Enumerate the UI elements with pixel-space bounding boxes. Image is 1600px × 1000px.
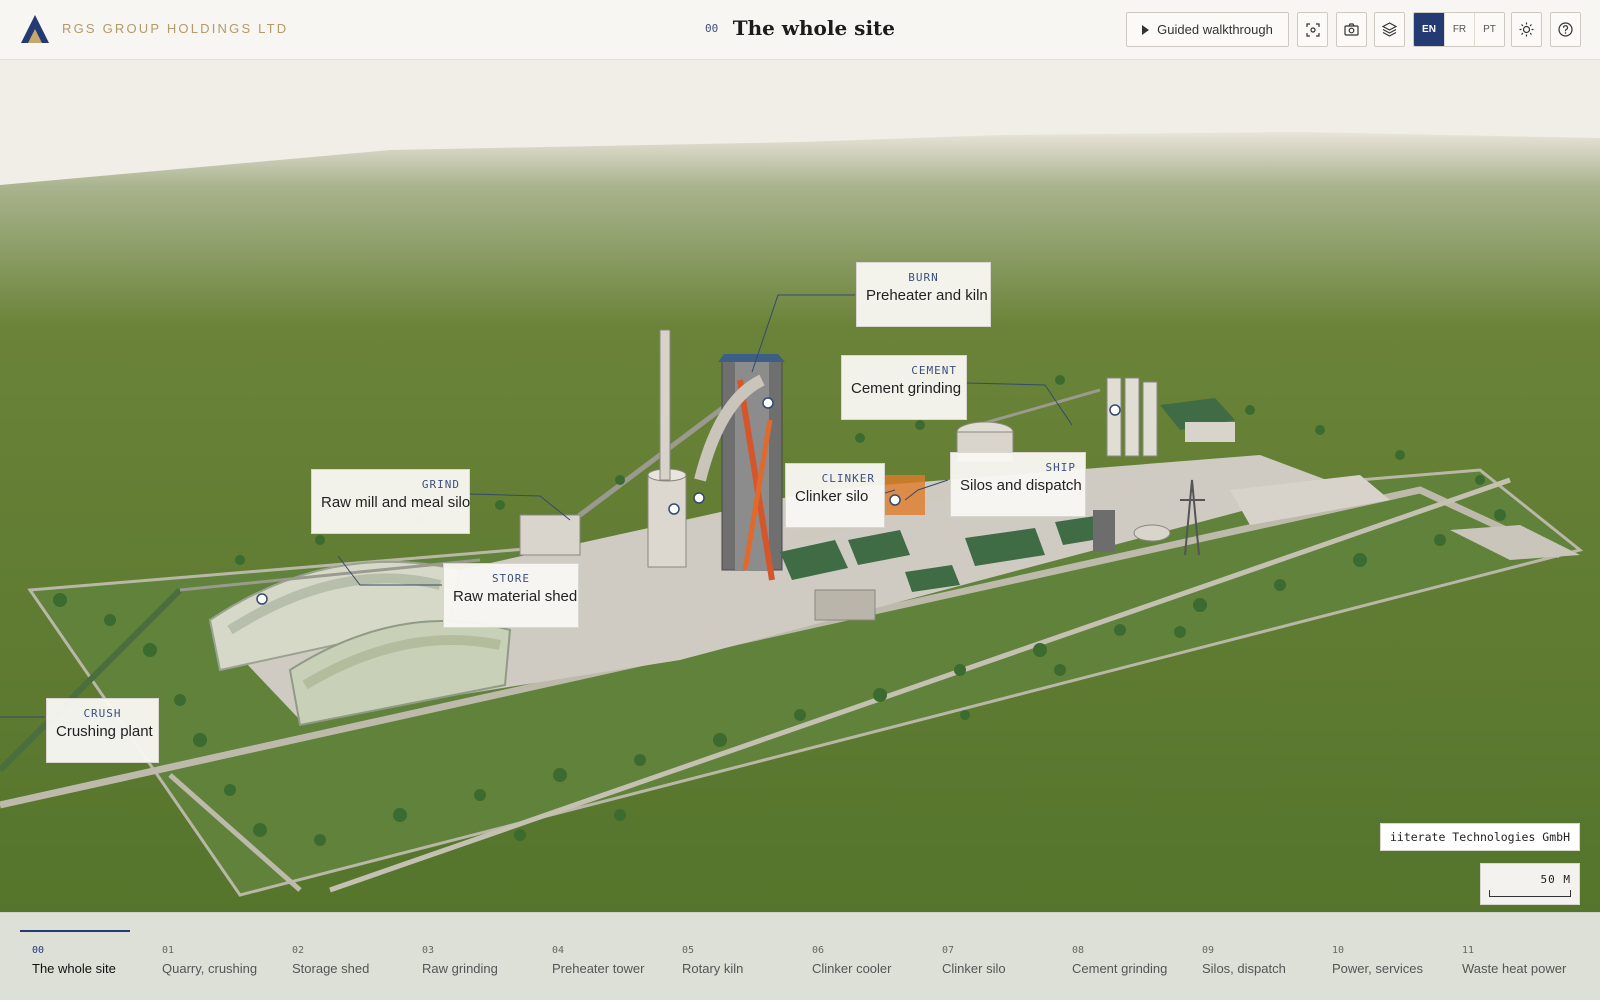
chapter-label: Preheater tower	[552, 961, 645, 976]
chapter-number: 08	[1072, 945, 1085, 956]
chapter-item-07[interactable]: 07 Clinker silo	[942, 945, 1072, 976]
callout-name: Raw mill and meal silo	[321, 494, 471, 511]
chapter-item-03[interactable]: 03 Raw grinding	[422, 945, 552, 976]
chapter-number: 05	[682, 945, 695, 956]
help-icon	[1558, 22, 1573, 37]
callout-tag: SHIP	[1045, 461, 1076, 474]
chapter-number: 02	[292, 945, 305, 956]
chapter-item-06[interactable]: 06 Clinker cooler	[812, 945, 942, 976]
chapter-label: Clinker cooler	[812, 961, 892, 976]
chapter-item-08[interactable]: 08 Cement grinding	[1072, 945, 1202, 976]
chapter-label: Silos, dispatch	[1202, 961, 1286, 976]
chapter-label: Clinker silo	[942, 961, 1006, 976]
chapter-number: 00	[32, 945, 45, 956]
chapter-label: Cement grinding	[1072, 961, 1168, 976]
language-switcher: EN FR PT	[1413, 12, 1505, 47]
chapter-progress-bar	[20, 930, 130, 932]
callout-tag: GRIND	[421, 478, 460, 491]
chapter-number: 10	[1332, 945, 1345, 956]
layers-button[interactable]	[1374, 12, 1405, 47]
help-button[interactable]	[1550, 12, 1581, 47]
scale-indicator: 50 M	[1480, 863, 1580, 905]
chapter-item-09[interactable]: 09 Silos, dispatch	[1202, 945, 1332, 976]
camera-icon	[1344, 23, 1359, 36]
chapter-number: 09	[1202, 945, 1215, 956]
callout-name: Silos and dispatch	[960, 477, 1082, 494]
language-en[interactable]: EN	[1414, 13, 1444, 46]
callout-tag: STORE	[491, 572, 531, 585]
chapter-item-00[interactable]: 00 The whole site	[32, 945, 162, 976]
language-pt[interactable]: PT	[1474, 13, 1504, 46]
play-icon	[1142, 24, 1150, 35]
focus-icon	[1305, 22, 1320, 37]
credit-label: iiterate Technologies GmbH	[1379, 823, 1580, 851]
chapter-label: Rotary kiln	[682, 961, 744, 976]
chapter-number: 03	[422, 945, 435, 956]
guided-walkthrough-button[interactable]: Guided walkthrough	[1126, 12, 1289, 47]
callout-tag: CEMENT	[911, 364, 957, 377]
chapter-item-01[interactable]: 01 Quarry, crushing	[162, 945, 292, 976]
callout-name: Crushing plant	[56, 723, 153, 740]
language-fr[interactable]: FR	[1444, 13, 1474, 46]
sun-icon	[1519, 22, 1534, 37]
chapter-label: Power, services	[1332, 961, 1424, 976]
focus-button[interactable]	[1297, 12, 1328, 47]
callout-name: Preheater and kiln	[866, 287, 988, 304]
page-title-text: The whole site	[732, 16, 896, 40]
chapter-label: Raw grinding	[422, 961, 498, 976]
callout-raw-mill[interactable]: GRIND Raw mill and meal silo	[311, 469, 470, 534]
chapter-navigation: 00 The whole site 01 Quarry, crushing 02 Stor…	[0, 912, 1600, 1000]
layers-icon	[1382, 22, 1397, 37]
chapter-label: Waste heat power	[1462, 961, 1567, 976]
chapter-label: The whole site	[32, 961, 116, 976]
scale-bar	[1489, 890, 1571, 897]
callout-crushing-plant[interactable]: CRUSH Crushing plant	[46, 698, 159, 763]
callout-name: Raw material shed	[453, 588, 578, 605]
callout-silos-dispatch[interactable]: SHIP Silos and dispatch	[950, 452, 1086, 517]
callout-name: Cement grinding	[851, 380, 962, 397]
chapter-item-05[interactable]: 05 Rotary kiln	[682, 945, 812, 976]
chapter-item-10[interactable]: 10 Power, services	[1332, 945, 1462, 976]
top-bar: RGS GROUP HOLDINGS LTD 00 The whole site…	[0, 0, 1600, 60]
callout-name: Clinker silo	[795, 488, 869, 505]
callout-tag: CRUSH	[83, 707, 122, 720]
site-3d-viewport[interactable]: BURN Preheater and kiln CEMENT Cement gr…	[0, 60, 1600, 912]
chapter-item-04[interactable]: 04 Preheater tower	[552, 945, 682, 976]
chapter-number: 01	[162, 945, 175, 956]
chapter-item-11[interactable]: 11 Waste heat power	[1462, 945, 1592, 976]
chapter-number: 04	[552, 945, 565, 956]
callout-tag: BURN	[908, 271, 939, 284]
callout-tag: CLINKER	[821, 472, 875, 485]
callout-preheater-kiln[interactable]: BURN Preheater and kiln	[856, 262, 991, 327]
chapter-number: 11	[1462, 945, 1475, 956]
scale-label: 50 M	[1540, 873, 1571, 886]
chapter-label: Quarry, crushing	[162, 961, 258, 976]
guided-walkthrough-label: Guided walkthrough	[1157, 22, 1273, 37]
chapter-item-02[interactable]: 02 Storage shed	[292, 945, 422, 976]
theme-toggle-button[interactable]	[1511, 12, 1542, 47]
page-title-number: 00	[704, 21, 719, 35]
screenshot-button[interactable]	[1336, 12, 1367, 47]
callout-raw-material-shed[interactable]: STORE Raw material shed	[443, 563, 579, 628]
callout-clinker-silo[interactable]: CLINKER Clinker silo	[785, 463, 885, 528]
callout-cement-grinding[interactable]: CEMENT Cement grinding	[841, 355, 967, 420]
chapter-number: 06	[812, 945, 825, 956]
chapter-label: Storage shed	[292, 961, 370, 976]
chapter-number: 07	[942, 945, 955, 956]
